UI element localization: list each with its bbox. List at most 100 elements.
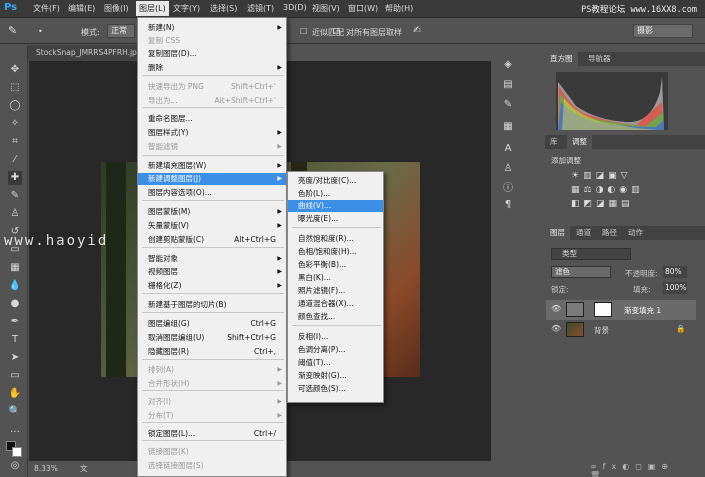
info-panel-icon[interactable]: ⓘ <box>501 182 515 196</box>
menu-type[interactable]: 文字(Y) <box>173 3 200 14</box>
history-panel-icon[interactable]: ▤ <box>501 78 515 92</box>
3d-panel-icon[interactable]: ◈ <box>501 58 515 72</box>
adjustment-menu-item[interactable]: 照片滤镜(F)... <box>288 285 383 297</box>
layer-row[interactable]: 👁 背景 🔒 <box>546 320 696 340</box>
adjustment-menu-item[interactable]: 亮度/对比度(C)... <box>288 175 383 187</box>
adjustment-menu-item[interactable]: 可选颜色(S)... <box>288 383 383 395</box>
menu-window[interactable]: 窗口(W) <box>348 3 378 14</box>
character-panel-icon[interactable]: A <box>501 142 515 156</box>
adjustment-menu-item[interactable]: 自然饱和度(R)... <box>288 233 383 245</box>
adjustment-menu-item[interactable]: 色调分离(P)... <box>288 344 383 356</box>
healing-tool-icon[interactable]: ✚ <box>8 171 22 185</box>
brush-tool-icon[interactable]: ✎ <box>8 24 17 37</box>
layer-menu-item[interactable]: 删除 ▶ <box>138 62 286 74</box>
quick-mask-icon[interactable]: ◎ <box>8 459 22 473</box>
layer-name[interactable]: 背景 <box>594 325 609 336</box>
quick-select-tool-icon[interactable]: ✧ <box>8 117 22 131</box>
background-color-swatch[interactable] <box>12 447 22 457</box>
layer-menu-item[interactable]: 新建(N) ▶ <box>138 22 286 34</box>
adjustment-menu-item[interactable]: 颜色查找... <box>288 311 383 323</box>
brush-tool-icon[interactable]: ✎ <box>8 189 22 203</box>
pressure-icon[interactable]: ✍ <box>413 25 421 36</box>
hand-tool-icon[interactable]: ✋ <box>8 387 22 401</box>
pen-tool-icon[interactable]: ✒ <box>8 315 22 329</box>
adjustment-menu-item[interactable]: 反相(I)... <box>288 331 383 343</box>
layer-menu-item[interactable]: 矢量蒙版(V) ▶ <box>138 220 286 232</box>
sample-all-checkbox-icon[interactable]: ☐ <box>333 27 340 36</box>
adjustment-icons-grid[interactable]: ☀▥◪▣▽ ▦⚖◑◐◉▥ ◧◩◪▦▤ <box>571 169 661 214</box>
crop-tool-icon[interactable]: ⌗ <box>8 135 22 149</box>
menu-layer[interactable]: 图层(L) <box>136 1 169 16</box>
brush-settings-icon[interactable]: ✎ <box>501 98 515 112</box>
stamp-tool-icon[interactable]: ♙ <box>8 207 22 221</box>
adjustment-menu-item[interactable]: 色彩平衡(B)... <box>288 259 383 271</box>
lasso-tool-icon[interactable]: ◯ <box>8 99 22 113</box>
layer-menu-item[interactable]: 新建基于图层的切片(B) <box>138 299 286 311</box>
layer-menu-item[interactable]: 智能对象 ▶ <box>138 253 286 265</box>
layers-footer-icons[interactable]: ∞fx◐◻▣⊕🗑 <box>590 462 690 477</box>
brushes-panel-icon[interactable]: ▦ <box>501 120 515 134</box>
adjustment-menu-item[interactable]: 通道混合器(X)... <box>288 298 383 310</box>
menu-edit[interactable]: 编辑(E) <box>68 3 95 14</box>
clone-source-icon[interactable]: ♙ <box>501 162 515 176</box>
layer-menu-item[interactable]: 新建调整图层(J) ▶ <box>138 173 286 185</box>
paragraph-panel-icon[interactable]: ¶ <box>501 198 515 212</box>
adjustment-menu-item[interactable]: 曝光度(E)... <box>288 213 383 225</box>
mode-select[interactable]: 正常 <box>107 24 135 38</box>
visibility-eye-icon[interactable]: 👁 <box>551 304 561 314</box>
workspace-select[interactable]: 摄影 <box>633 24 693 38</box>
shape-tool-icon[interactable]: ▭ <box>8 369 22 383</box>
gradient-tool-icon[interactable]: ▦ <box>8 261 22 275</box>
layer-menu-item[interactable]: 视频图层 ▶ <box>138 266 286 278</box>
layer-menu-item[interactable]: 复制图层(D)... <box>138 48 286 60</box>
adjustment-menu-item[interactable]: 色阶(L)... <box>288 188 383 200</box>
layer-menu-item[interactable]: 图层编组(G) Ctrl+G <box>138 318 286 330</box>
more-tools-icon[interactable]: … <box>8 423 22 437</box>
layer-menu-item[interactable]: 隐藏图层(R) Ctrl+, <box>138 346 286 358</box>
adjustment-menu-item[interactable]: 曲线(V)... <box>288 200 383 212</box>
layer-menu-item[interactable]: 创建剪贴蒙版(C) Alt+Ctrl+G <box>138 234 286 246</box>
adjustment-menu-item[interactable]: 渐变映射(G)... <box>288 370 383 382</box>
menu-file[interactable]: 文件(F) <box>33 3 60 14</box>
layer-menu-item[interactable]: 图层内容选项(O)... <box>138 187 286 199</box>
adjustment-menu-item[interactable]: 色相/饱和度(H)... <box>288 246 383 258</box>
tab-libraries[interactable]: 库 <box>545 135 563 149</box>
layer-menu-item[interactable]: 锁定图层(L)... Ctrl+/ <box>138 428 286 440</box>
menu-view[interactable]: 视图(V) <box>312 3 340 14</box>
layer-filter-select[interactable]: 类型 <box>551 248 631 260</box>
layer-mask-thumbnail[interactable] <box>594 302 612 317</box>
marquee-tool-icon[interactable]: ⬚ <box>8 81 22 95</box>
layer-name[interactable]: 渐变填充 1 <box>624 305 661 316</box>
layer-menu-item[interactable]: 重命名图层... <box>138 113 286 125</box>
menu-help[interactable]: 帮助(H) <box>385 3 413 14</box>
move-tool-icon[interactable]: ✥ <box>8 63 22 77</box>
menu-filter[interactable]: 滤镜(T) <box>247 3 274 14</box>
blend-mode-select[interactable]: 滤色 <box>551 266 611 278</box>
blur-tool-icon[interactable]: 💧 <box>8 279 22 293</box>
tab-adjustments[interactable]: 调整 <box>567 135 592 149</box>
tab-histogram[interactable]: 直方图 <box>545 52 578 66</box>
layer-menu-item[interactable]: 图层样式(Y) ▶ <box>138 127 286 139</box>
layer-menu-item[interactable]: 新建填充图层(W) ▶ <box>138 160 286 172</box>
type-tool-icon[interactable]: T <box>8 333 22 347</box>
tab-actions[interactable]: 动作 <box>623 226 648 240</box>
visibility-eye-icon[interactable]: 👁 <box>551 324 561 334</box>
sample-checkbox-icon[interactable]: ☐ <box>300 27 307 36</box>
zoom-tool-icon[interactable]: 🔍 <box>8 405 22 419</box>
adjustment-menu-item[interactable]: 黑白(K)... <box>288 272 383 284</box>
menu-select[interactable]: 选择(S) <box>210 3 237 14</box>
brush-size-preset[interactable]: • <box>38 27 43 36</box>
tab-layers[interactable]: 图层 <box>545 226 570 240</box>
menu-image[interactable]: 图像(I) <box>104 3 129 14</box>
dodge-tool-icon[interactable]: ● <box>8 297 22 311</box>
layer-menu-item[interactable]: 取消图层编组(U) Shift+Ctrl+G <box>138 332 286 344</box>
path-select-tool-icon[interactable]: ➤ <box>8 351 22 365</box>
fill-input[interactable]: 100% <box>663 282 687 294</box>
tab-channels[interactable]: 通道 <box>571 226 596 240</box>
tab-navigator[interactable]: 导航器 <box>583 52 616 66</box>
tab-paths[interactable]: 路径 <box>597 226 622 240</box>
eyedropper-tool-icon[interactable]: ⁄ <box>8 153 22 167</box>
layer-menu-item[interactable]: 图层蒙版(M) ▶ <box>138 206 286 218</box>
document-tab[interactable]: StockSnap_JMRRS4PFRH.jpg <box>28 45 138 61</box>
layer-menu-item[interactable]: 栅格化(Z) ▶ <box>138 280 286 292</box>
